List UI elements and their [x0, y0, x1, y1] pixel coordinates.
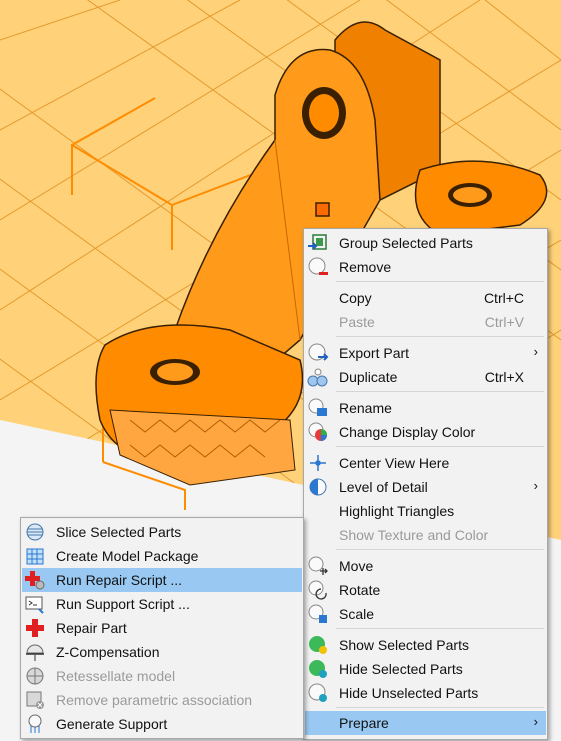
level-of-detail-icon: [307, 477, 329, 497]
menu-separator: [336, 707, 544, 708]
submenu-item-repair-part[interactable]: Repair Part: [22, 616, 302, 640]
menu-item-label: Copy: [339, 290, 372, 306]
rotate-icon: [307, 580, 329, 600]
rename-icon: [307, 398, 329, 418]
menu-item-label: Center View Here: [339, 455, 450, 471]
export-part-icon: [307, 343, 329, 363]
menu-item-label: Export Part: [339, 345, 410, 361]
menu-item-label: Show Selected Parts: [339, 637, 469, 653]
menu-item-label: Prepare: [339, 715, 389, 731]
submenu-item-run-support-script[interactable]: Run Support Script ...: [22, 592, 302, 616]
menu-item-label: Remove: [339, 259, 392, 275]
menu-item-paste: Paste Ctrl+V: [305, 310, 546, 334]
menu-item-hide-selected-parts[interactable]: Hide Selected Parts: [305, 657, 546, 681]
slice-icon: [24, 522, 46, 542]
menu-item-move[interactable]: Move: [305, 554, 546, 578]
menu-item-copy[interactable]: Copy Ctrl+C: [305, 286, 546, 310]
menu-item-label: Paste: [339, 314, 375, 330]
menu-separator: [336, 628, 544, 629]
menu-item-label: Run Repair Script ...: [56, 572, 183, 588]
prepare-submenu: Slice Selected Parts Create Model Packag…: [20, 517, 304, 739]
submenu-item-generate-support[interactable]: Generate Support: [22, 712, 302, 736]
submenu-arrow-icon: ›: [533, 714, 538, 729]
menu-item-label: Move: [339, 558, 374, 574]
menu-shortcut: Ctrl+X: [484, 369, 524, 385]
menu-separator: [336, 446, 544, 447]
menu-item-label: Hide Selected Parts: [339, 661, 463, 677]
model-package-icon: [24, 546, 46, 566]
menu-item-label: Duplicate: [339, 369, 398, 385]
menu-item-level-of-detail[interactable]: Level of Detail ›: [305, 475, 546, 499]
submenu-item-z-compensation[interactable]: Z-Compensation: [22, 640, 302, 664]
submenu-item-remove-parametric-association: Remove parametric association: [22, 688, 302, 712]
context-menu: Group Selected Parts Remove Copy Ctrl+C …: [303, 228, 548, 740]
menu-item-label: Group Selected Parts: [339, 235, 473, 251]
menu-shortcut: Ctrl+V: [484, 314, 524, 330]
submenu-item-retessellate-model: Retessellate model: [22, 664, 302, 688]
menu-item-label: Highlight Triangles: [339, 503, 455, 519]
menu-item-label: Hide Unselected Parts: [339, 685, 479, 701]
menu-item-export-part[interactable]: Export Part ›: [305, 341, 546, 365]
hide-parts-icon: [307, 659, 329, 679]
show-parts-icon: [307, 635, 329, 655]
menu-item-label: Remove parametric association: [56, 692, 253, 708]
menu-shortcut: Ctrl+C: [483, 290, 524, 306]
menu-item-group-selected-parts[interactable]: Group Selected Parts: [305, 231, 546, 255]
submenu-item-run-repair-script[interactable]: Run Repair Script ...: [22, 568, 302, 592]
menu-item-rename[interactable]: Rename: [305, 396, 546, 420]
menu-item-label: Slice Selected Parts: [56, 524, 182, 540]
menu-item-center-view-here[interactable]: Center View Here: [305, 451, 546, 475]
menu-item-show-texture-and-color: Show Texture and Color: [305, 523, 546, 547]
menu-item-label: Retessellate model: [56, 668, 176, 684]
move-icon: [307, 556, 329, 576]
menu-item-label: Level of Detail: [339, 479, 428, 495]
menu-separator: [336, 336, 544, 337]
menu-item-label: Change Display Color: [339, 424, 476, 440]
menu-item-scale[interactable]: Scale: [305, 602, 546, 626]
menu-item-label: Scale: [339, 606, 375, 622]
support-script-icon: [24, 594, 46, 614]
submenu-item-slice-selected-parts[interactable]: Slice Selected Parts: [22, 520, 302, 544]
center-view-icon: [307, 453, 329, 473]
hide-unselected-icon: [307, 683, 329, 703]
menu-item-label: Rename: [339, 400, 392, 416]
menu-separator: [336, 391, 544, 392]
repair-script-icon: [24, 570, 46, 590]
menu-item-highlight-triangles[interactable]: Highlight Triangles: [305, 499, 546, 523]
submenu-arrow-icon: ›: [533, 478, 538, 493]
menu-item-label: Z-Compensation: [56, 644, 160, 660]
submenu-arrow-icon: ›: [533, 344, 538, 359]
group-parts-icon: [307, 233, 329, 253]
menu-item-show-selected-parts[interactable]: Show Selected Parts: [305, 633, 546, 657]
menu-item-remove[interactable]: Remove: [305, 255, 546, 279]
menu-item-label: Show Texture and Color: [339, 527, 489, 543]
menu-separator: [336, 549, 544, 550]
color-wheel-icon: [307, 422, 329, 442]
scale-icon: [307, 604, 329, 624]
menu-item-label: Repair Part: [56, 620, 127, 636]
remove-icon: [307, 257, 329, 277]
z-compensation-icon: [24, 642, 46, 662]
submenu-item-create-model-package[interactable]: Create Model Package: [22, 544, 302, 568]
menu-item-label: Generate Support: [56, 716, 168, 732]
menu-item-rotate[interactable]: Rotate: [305, 578, 546, 602]
menu-item-label: Create Model Package: [56, 548, 199, 564]
menu-item-duplicate[interactable]: Duplicate Ctrl+X: [305, 365, 546, 389]
menu-item-prepare[interactable]: Prepare ›: [305, 711, 546, 735]
menu-separator: [336, 281, 544, 282]
generate-support-icon: [24, 714, 46, 734]
duplicate-icon: [307, 367, 329, 387]
menu-item-label: Rotate: [339, 582, 381, 598]
remove-parametric-icon: [24, 690, 46, 710]
retessellate-icon: [24, 666, 46, 686]
menu-item-hide-unselected-parts[interactable]: Hide Unselected Parts: [305, 681, 546, 705]
menu-item-label: Run Support Script ...: [56, 596, 190, 612]
menu-item-change-display-color[interactable]: Change Display Color: [305, 420, 546, 444]
repair-cross-icon: [24, 618, 46, 638]
